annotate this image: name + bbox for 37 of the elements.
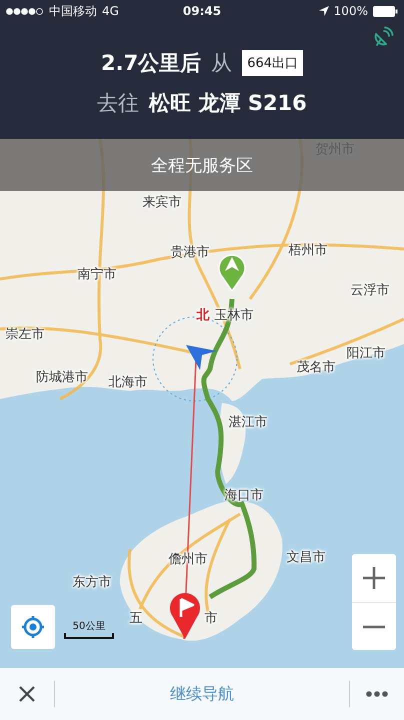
- exit-sign: 664出口: [242, 50, 304, 76]
- battery-icon: [372, 6, 398, 16]
- city-label: 市: [204, 610, 218, 627]
- close-icon: [19, 686, 35, 702]
- city-label: 东方市: [72, 574, 112, 591]
- battery-text: 100%: [334, 4, 368, 18]
- city-label: 阳江市: [346, 345, 386, 362]
- satellite-dish-icon: [372, 26, 394, 48]
- city-label: 文昌市: [286, 549, 326, 566]
- network-text: 4G: [102, 4, 119, 18]
- more-icon: [366, 691, 388, 697]
- toward-text: 去往: [97, 90, 140, 116]
- distance-text: 2.7公里后: [100, 50, 202, 76]
- locate-button[interactable]: [11, 605, 55, 649]
- city-label: 茂名市: [296, 359, 336, 376]
- city-label: 五: [130, 610, 142, 627]
- plus-icon: [363, 567, 385, 589]
- carrier-text: 中国移动: [49, 2, 97, 20]
- time-text: 09:45: [182, 4, 222, 18]
- locate-icon: [21, 615, 45, 639]
- city-label: 云浮市: [350, 282, 390, 299]
- city-label: 梧州市: [288, 242, 328, 259]
- navigation-arrow-icon: [186, 345, 218, 371]
- from-text: 从: [211, 50, 232, 76]
- city-label: 防城港市: [36, 369, 88, 386]
- city-label: 湛江市: [228, 414, 268, 431]
- location-arrow-icon: [318, 6, 329, 16]
- scale-text: 50公里: [72, 620, 106, 633]
- city-label: 来宾市: [142, 194, 182, 211]
- minus-icon: [363, 624, 385, 628]
- signal-icon: [6, 8, 44, 14]
- city-label: 北海市: [108, 374, 148, 391]
- end-flag-pin-icon: [169, 591, 201, 639]
- destination-text: 松旺 龙潭 S216: [149, 90, 307, 116]
- city-label: 崇左市: [6, 326, 44, 343]
- scale-bar-icon: [64, 633, 114, 639]
- north-label: 北: [196, 307, 210, 324]
